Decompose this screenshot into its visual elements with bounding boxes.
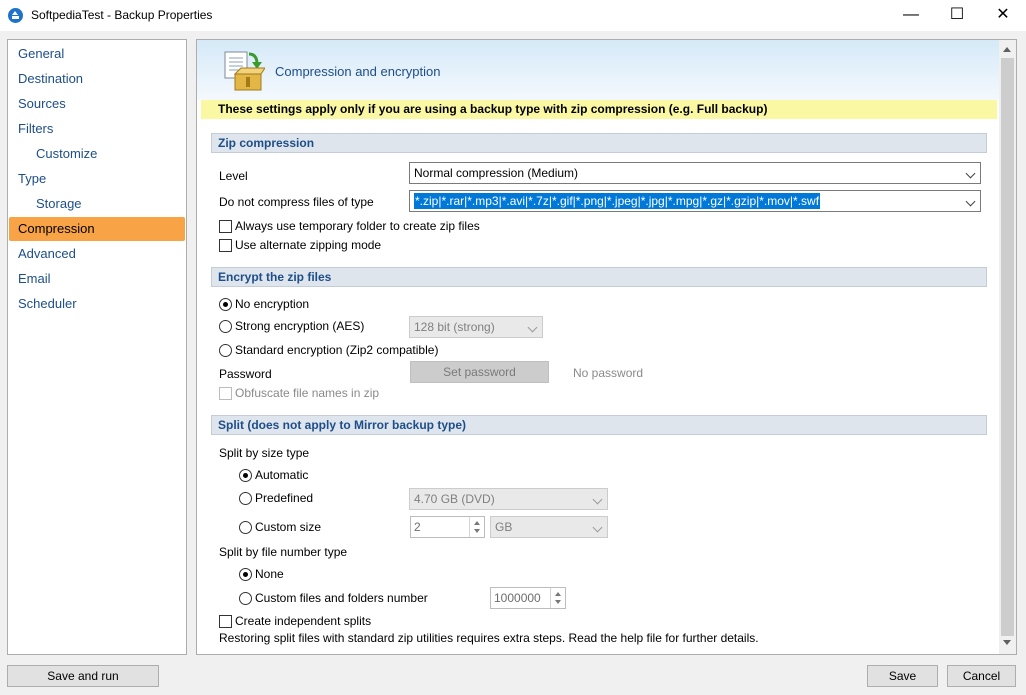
split-by-size-label: Split by size type	[219, 446, 310, 460]
save-and-run-button[interactable]: Save and run	[7, 665, 159, 687]
sidebar-item-scheduler[interactable]: Scheduler	[9, 292, 185, 316]
alt-mode-label: Use alternate zipping mode	[235, 238, 382, 252]
independent-splits-label: Create independent splits	[235, 614, 372, 628]
scroll-down-arrow-icon[interactable]	[1003, 640, 1011, 645]
maximize-button[interactable]: ☐	[934, 0, 980, 31]
chevron-down-icon	[529, 324, 537, 332]
scrollbar-thumb[interactable]	[1001, 58, 1014, 636]
split-predefined-label: Predefined	[255, 491, 314, 505]
strong-bits-value: 128 bit (strong)	[414, 320, 495, 334]
no-encryption-label: No encryption	[235, 297, 310, 311]
obfuscate-checkbox[interactable]	[219, 387, 232, 400]
custom-size-value: 2	[414, 520, 421, 534]
alt-mode-checkbox[interactable]	[219, 239, 232, 252]
independent-splits-checkbox[interactable]	[219, 615, 232, 628]
title-bar: SoftpediaTest - Backup Properties — ☐ ✕	[0, 0, 1026, 31]
no-compress-input[interactable]: *.zip|*.rar|*.mp3|*.avi|*.7z|*.gif|*.png…	[409, 190, 981, 212]
chevron-down-icon	[594, 524, 602, 532]
password-status: No password	[573, 366, 644, 380]
temp-folder-label: Always use temporary folder to create zi…	[235, 219, 480, 233]
sidebar-item-type[interactable]: Type	[9, 167, 185, 191]
split-predefined-radio[interactable]	[239, 492, 252, 505]
obfuscate-label: Obfuscate file names in zip	[235, 386, 380, 400]
predefined-size-select[interactable]: 4.70 GB (DVD)	[409, 488, 608, 510]
sidebar-item-filters[interactable]: Filters	[9, 117, 185, 141]
custom-number-spinner[interactable]: 1000000	[490, 587, 566, 609]
custom-size-spinner[interactable]: 2	[410, 516, 485, 538]
strong-encryption-radio[interactable]	[219, 320, 232, 333]
split-automatic-label: Automatic	[255, 468, 309, 482]
spin-buttons[interactable]	[550, 588, 565, 608]
chevron-down-icon	[967, 170, 975, 178]
strong-bits-select[interactable]: 128 bit (strong)	[409, 316, 543, 338]
standard-encryption-radio[interactable]	[219, 344, 232, 357]
split-custom-size-label: Custom size	[255, 520, 322, 534]
sidebar-item-compression[interactable]: Compression	[9, 217, 185, 241]
password-label: Password	[219, 367, 272, 381]
arrow-up-icon	[555, 592, 561, 596]
scroll-up-arrow-icon[interactable]	[1003, 47, 1011, 52]
spin-buttons[interactable]	[469, 517, 484, 537]
window-title: SoftpediaTest - Backup Properties	[31, 8, 213, 22]
temp-folder-checkbox[interactable]	[219, 220, 232, 233]
custom-size-unit: GB	[495, 520, 513, 534]
section-split: Split (does not apply to Mirror backup t…	[211, 415, 987, 435]
sidebar-item-storage[interactable]: Storage	[9, 192, 185, 216]
chevron-down-icon	[594, 496, 602, 504]
strong-encryption-label: Strong encryption (AES)	[235, 319, 365, 333]
custom-number-value: 1000000	[494, 591, 541, 605]
minimize-button[interactable]: —	[888, 0, 934, 31]
no-compress-label: Do not compress files of type	[219, 195, 374, 209]
split-by-number-label: Split by file number type	[219, 545, 348, 559]
arrow-down-icon	[555, 600, 561, 604]
panel-header: Compression and encryption	[197, 40, 999, 100]
section-encrypt: Encrypt the zip files	[211, 267, 987, 287]
split-automatic-radio[interactable]	[239, 469, 252, 482]
arrow-up-icon	[474, 521, 480, 525]
level-label: Level	[219, 169, 248, 183]
split-custom-number-radio[interactable]	[239, 592, 252, 605]
custom-size-unit-select[interactable]: GB	[490, 516, 608, 538]
split-note: Restoring split files with standard zip …	[219, 631, 759, 645]
sidebar-item-email[interactable]: Email	[9, 267, 185, 291]
zip-notice: These settings apply only if you are usi…	[201, 100, 997, 119]
split-custom-number-label: Custom files and folders number	[255, 591, 428, 605]
section-zip-compression: Zip compression	[211, 133, 987, 153]
split-none-label: None	[255, 567, 284, 581]
sidebar-nav: General Destination Sources Filters Cust…	[7, 39, 187, 655]
sidebar-item-advanced[interactable]: Advanced	[9, 242, 185, 266]
cancel-button[interactable]: Cancel	[947, 665, 1016, 687]
no-compress-value: *.zip|*.rar|*.mp3|*.avi|*.7z|*.gif|*.png…	[414, 193, 821, 209]
app-icon	[8, 8, 23, 23]
settings-panel: Compression and encryption These setting…	[196, 39, 1017, 655]
arrow-down-icon	[474, 529, 480, 533]
save-button[interactable]: Save	[867, 665, 938, 687]
zip-box-icon	[224, 51, 265, 91]
sidebar-item-destination[interactable]: Destination	[9, 67, 185, 91]
split-custom-size-radio[interactable]	[239, 521, 252, 534]
set-password-button[interactable]: Set password	[410, 361, 549, 383]
standard-encryption-label: Standard encryption (Zip2 compatible)	[235, 343, 439, 357]
panel-title: Compression and encryption	[275, 64, 441, 79]
split-none-radio[interactable]	[239, 568, 252, 581]
sidebar-item-general[interactable]: General	[9, 42, 185, 66]
no-encryption-radio[interactable]	[219, 298, 232, 311]
chevron-down-icon	[967, 198, 975, 206]
sidebar-item-customize[interactable]: Customize	[9, 142, 185, 166]
level-select[interactable]: Normal compression (Medium)	[409, 162, 981, 184]
level-value: Normal compression (Medium)	[414, 166, 579, 180]
sidebar-item-sources[interactable]: Sources	[9, 92, 185, 116]
predefined-size-value: 4.70 GB (DVD)	[414, 492, 495, 506]
vertical-scrollbar[interactable]	[999, 40, 1016, 654]
close-button[interactable]: ✕	[980, 0, 1026, 31]
